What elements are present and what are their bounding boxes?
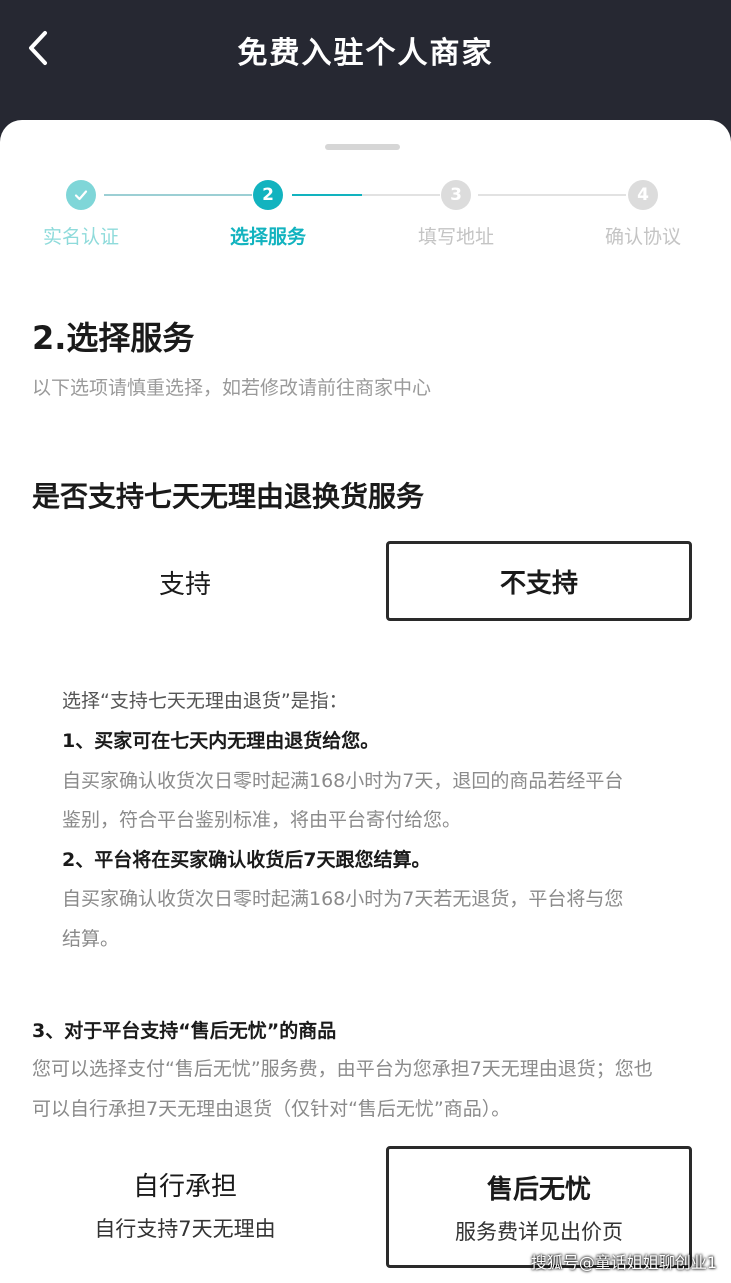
progress-stepper: 实名认证 2 选择服务 3 填写地址 4 确认协议 <box>0 178 731 248</box>
note3-line2: 可以自行承担7天无理由退货（仅针对“售后无忧”商品）。 <box>32 1098 511 1120</box>
info-item2-desc-line2: 结算。 <box>62 928 120 950</box>
self-bear-option-label: 自行承担 <box>132 1171 237 1202</box>
info-heading: 选择“支持七天无理由退货”是指： <box>62 690 348 712</box>
not-support-option-button[interactable]: 不支持 <box>386 541 692 621</box>
info-item2-title: 2、平台将在买家确认收货后7天跟您结算。 <box>62 849 431 871</box>
watermark: 搜狐号@童话姐姐聊创业1 <box>530 1253 717 1272</box>
check-icon <box>74 190 88 201</box>
step-3-dot: 3 <box>441 180 471 210</box>
section-subtitle: 以下选项请慎重选择，如若修改请前往商家中心 <box>32 377 432 399</box>
info-item1-desc-line2: 鉴别，符合平台鉴别标准，将由平台寄付给您。 <box>62 809 462 831</box>
aftersale-worry-free-option-label: 售后无忧 <box>486 1174 591 1205</box>
support-option-button[interactable]: 支持 <box>32 542 338 622</box>
info-item1-desc-line1: 自买家确认收货次日零时起满168小时为7天，退回的商品若经平台 <box>62 770 624 792</box>
step-connector-2-progress <box>292 194 362 196</box>
info-item1-title: 1、买家可在七天内无理由退货给您。 <box>62 730 380 752</box>
aftersale-worry-free-option-sub: 服务费详见出价页 <box>455 1219 623 1244</box>
not-support-option-label: 不支持 <box>499 568 578 599</box>
step-1-dot <box>66 180 96 210</box>
step-connector-3 <box>478 194 626 196</box>
top-bar: 免费入驻个人商家 <box>0 0 731 120</box>
policy-info-box: 选择“支持七天无理由退货”是指： 1、买家可在七天内无理由退货给您。 自买家确认… <box>44 674 688 954</box>
bottom-sheet: 实名认证 2 选择服务 3 填写地址 4 确认协议 2.选择服务 以下选项请慎重… <box>0 120 731 1283</box>
step-4-dot: 4 <box>628 180 658 210</box>
step-2-label: 选择服务 <box>229 226 307 248</box>
note3-title: 3、对于平台支持“售后无忧”的商品 <box>32 1020 337 1042</box>
return-policy-question: 是否支持七天无理由退换货服务 <box>32 480 425 513</box>
self-bear-option-button[interactable]: 自行承担 自行支持7天无理由 <box>32 1146 338 1262</box>
section-title: 2.选择服务 <box>32 319 195 357</box>
step-3-label: 填写地址 <box>417 226 495 248</box>
step-2-dot: 2 <box>253 180 283 210</box>
support-option-label: 支持 <box>158 569 211 600</box>
step-connector-2 <box>362 194 440 196</box>
step-connector-1 <box>104 194 252 196</box>
step-4-label: 确认协议 <box>604 226 682 248</box>
step-1-label: 实名认证 <box>42 226 120 248</box>
sheet-handle[interactable] <box>325 144 400 150</box>
note3-line1: 您可以选择支付“售后无忧”服务费，由平台为您承担7天无理由退货；您也 <box>32 1058 653 1080</box>
page-title: 免费入驻个人商家 <box>237 36 494 71</box>
self-bear-option-sub: 自行支持7天无理由 <box>94 1216 276 1241</box>
info-item2-desc-line1: 自买家确认收货次日零时起满168小时为7天若无退货，平台将与您 <box>62 888 624 910</box>
